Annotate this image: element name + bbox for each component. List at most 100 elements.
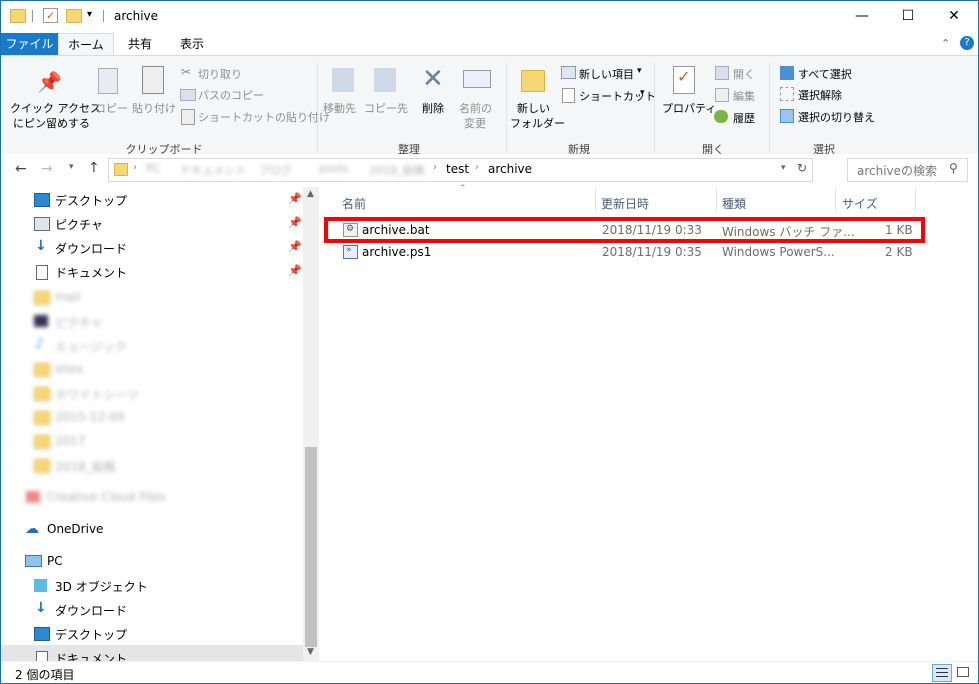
address-dropdown-icon[interactable]: ▾ — [781, 163, 786, 173]
large-icons-view-icon[interactable] — [954, 664, 972, 680]
breadcrumb-item[interactable]: ドキュメント — [180, 162, 246, 178]
navigation-bar: ← → ▾ ↑ › PC ドキュメント ブログ posts 2018_投稿 › … — [1, 154, 978, 187]
recent-locations-icon[interactable]: ▾ — [69, 162, 74, 172]
scroll-up-icon[interactable]: ▲ — [307, 189, 314, 199]
search-input[interactable]: archiveの検索 — [857, 162, 937, 179]
move-to-button[interactable]: 移動先 — [323, 100, 356, 116]
nav-item-blurred[interactable]: ♪ ミュージック — [1, 333, 303, 357]
copy-to-button[interactable]: コピー先 — [364, 100, 408, 116]
nav-item-blurred[interactable]: ホワイトシーツ — [1, 381, 303, 405]
refresh-icon[interactable]: ↻ — [797, 161, 807, 175]
help-icon[interactable]: ? — [960, 36, 974, 50]
nav-item-3d-objects[interactable]: 3D オブジェクト — [1, 573, 303, 597]
nav-item-blurred[interactable]: 2018_投稿 — [1, 453, 303, 477]
up-icon[interactable]: ↑ — [88, 160, 100, 176]
breadcrumb-item[interactable]: 2018_投稿 — [369, 162, 425, 178]
nav-item-blurred[interactable]: mail — [1, 285, 303, 309]
new-folder-quick-icon[interactable] — [66, 9, 82, 23]
copy-path-button[interactable]: パスのコピー — [198, 87, 264, 103]
properties-button[interactable]: プロパティ — [662, 100, 716, 116]
open-button[interactable]: 開く — [733, 66, 755, 82]
tab-share[interactable]: 共有 — [115, 33, 165, 55]
breadcrumb-chevron-icon[interactable]: › — [475, 162, 479, 173]
pin-icon[interactable]: 📌 — [288, 264, 302, 277]
column-header-date[interactable]: 更新日時 — [601, 195, 649, 212]
nav-item-downloads[interactable]: ↓ ダウンロード 📌 — [1, 235, 303, 259]
pin-quick-access-label2[interactable]: にピン留めする — [13, 115, 90, 131]
scroll-down-icon[interactable]: ▼ — [307, 647, 314, 657]
nav-label: 3D オブジェクト — [55, 580, 148, 594]
nav-item-blurred[interactable]: sites — [1, 357, 303, 381]
pin-icon[interactable]: 📌 — [288, 216, 302, 229]
paste-button[interactable]: 貼り付け — [132, 100, 176, 116]
close-button[interactable]: ✕ — [931, 1, 977, 31]
maximize-button[interactable]: ☐ — [885, 1, 931, 31]
nav-item-blurred[interactable]: Creative Cloud Files — [1, 485, 303, 509]
breadcrumb-item[interactable]: posts — [319, 162, 349, 175]
new-folder-label2[interactable]: フォルダー — [510, 115, 565, 131]
table-row[interactable]: » archive.ps1 2018/11/19 0:35 Windows Po… — [337, 242, 917, 262]
column-separator[interactable] — [835, 187, 836, 211]
properties-quick-icon[interactable]: ✓ — [43, 8, 58, 23]
delete-button[interactable]: 削除 — [422, 100, 444, 116]
minimize-button[interactable]: — — [839, 1, 885, 31]
nav-item-pc-desktop[interactable]: デスクトップ — [1, 621, 303, 645]
nav-item-blurred[interactable]: 2017 — [1, 429, 303, 453]
rename-label2[interactable]: 変更 — [464, 115, 486, 131]
tab-home[interactable]: ホーム — [58, 33, 114, 56]
scroll-thumb[interactable] — [305, 447, 317, 647]
rename-label1[interactable]: 名前の — [459, 100, 492, 116]
breadcrumb-chevron-icon[interactable]: › — [133, 162, 137, 173]
nav-item-blurred[interactable]: ピクチャ — [1, 309, 303, 333]
collapse-ribbon-icon[interactable]: ⌃ — [941, 37, 950, 50]
column-separator[interactable] — [915, 187, 916, 211]
breadcrumb-archive[interactable]: archive — [488, 162, 532, 176]
nav-item-documents[interactable]: ドキュメント 📌 — [1, 259, 303, 283]
chevron-down-icon[interactable]: ▾ — [637, 66, 642, 76]
column-separator[interactable] — [716, 187, 717, 211]
column-header-size[interactable]: サイズ — [842, 195, 878, 212]
nav-item-blurred[interactable]: 2015-12-09 — [1, 405, 303, 429]
select-none-button[interactable]: 選択解除 — [798, 87, 842, 103]
pin-icon[interactable]: 📌 — [288, 240, 302, 253]
search-icon[interactable]: ⚲ — [949, 161, 958, 175]
history-button[interactable]: 履歴 — [733, 110, 755, 126]
back-icon[interactable]: ← — [15, 161, 27, 177]
pin-quick-access-label1[interactable]: クイック アクセス — [10, 100, 101, 116]
new-folder-label1[interactable]: 新しい — [517, 100, 550, 116]
forward-icon[interactable]: → — [41, 161, 53, 177]
file-date: 2018/11/19 0:35 — [602, 245, 702, 259]
nav-label: ミュージック — [55, 340, 127, 354]
copy-button[interactable]: コピー — [95, 100, 128, 116]
computer-icon — [25, 555, 42, 567]
nav-label: ピクチャ — [55, 316, 103, 330]
breadcrumb-item[interactable]: ブログ — [259, 162, 292, 178]
navigation-scrollbar[interactable]: ▲ ▼ — [303, 187, 319, 661]
breadcrumb-item[interactable]: PC — [146, 162, 160, 175]
breadcrumb-test[interactable]: test — [446, 162, 469, 176]
nav-item-desktop[interactable]: デスクトップ 📌 — [1, 187, 303, 211]
new-item-button[interactable]: 新しい項目 — [579, 66, 634, 82]
nav-item-pc-downloads[interactable]: ↓ ダウンロード — [1, 597, 303, 621]
nav-item-pictures[interactable]: ピクチャ 📌 — [1, 211, 303, 235]
tab-file[interactable]: ファイル — [1, 33, 58, 55]
invert-selection-button[interactable]: 選択の切り替え — [798, 109, 875, 125]
address-bar[interactable]: › PC ドキュメント ブログ posts 2018_投稿 › test › a… — [108, 158, 813, 182]
cut-button[interactable]: 切り取り — [198, 66, 242, 82]
pin-icon[interactable]: 📌 — [288, 192, 302, 205]
search-box[interactable]: archiveの検索 ⚲ — [847, 158, 968, 182]
details-view-icon[interactable] — [932, 664, 952, 682]
select-all-button[interactable]: すべて選択 — [798, 66, 852, 82]
column-header-name[interactable]: 名前 — [342, 195, 366, 212]
paste-shortcut-button[interactable]: ショートカットの貼り付け — [198, 109, 330, 125]
customize-quick-access-icon[interactable]: ▾ — [87, 9, 92, 20]
edit-button[interactable]: 編集 — [733, 88, 755, 104]
column-header-type[interactable]: 種類 — [722, 195, 746, 212]
chevron-down-icon[interactable]: ▾ — [640, 88, 645, 98]
nav-item-onedrive[interactable]: ☁ OneDrive — [1, 517, 303, 541]
breadcrumb-chevron-icon[interactable]: › — [433, 162, 437, 173]
column-separator[interactable] — [595, 187, 596, 211]
nav-item-pc[interactable]: PC — [1, 549, 303, 573]
tab-view[interactable]: 表示 — [167, 33, 217, 55]
documents-icon — [36, 265, 48, 280]
